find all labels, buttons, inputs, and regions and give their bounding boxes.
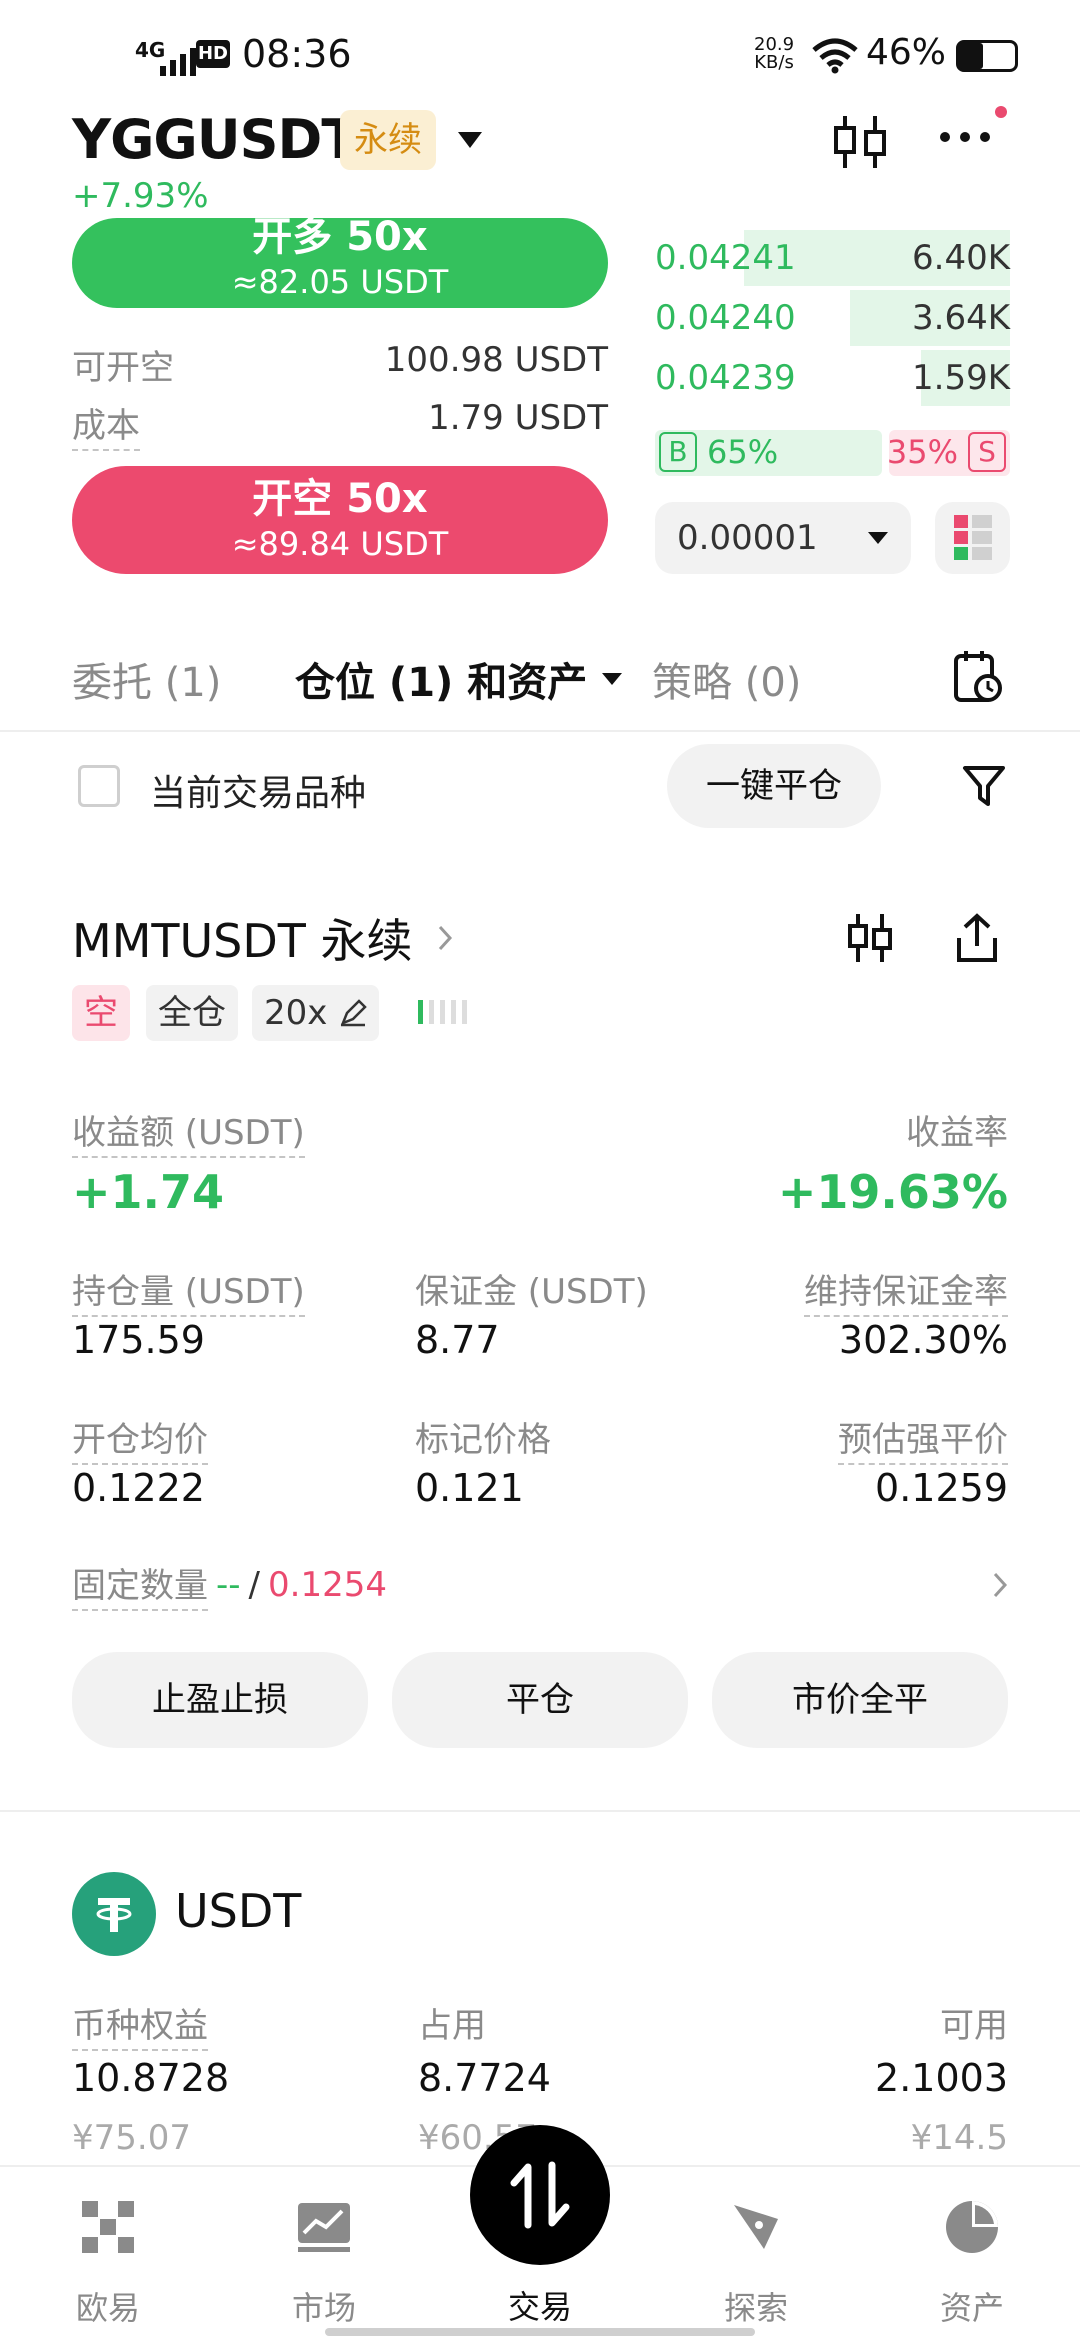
position-symbol[interactable]: MMTUSDT 永续 xyxy=(72,905,453,971)
sell-percent: 35% xyxy=(886,433,958,471)
tab-orders[interactable]: 委托 (1) xyxy=(72,650,221,708)
leverage-tag[interactable]: 20x xyxy=(252,985,380,1041)
entry-price-value: 0.1222 xyxy=(72,1466,205,1510)
wifi-icon xyxy=(812,38,858,74)
equity-value: 10.8728 xyxy=(72,2056,230,2100)
usdt-logo-icon xyxy=(72,1872,156,1956)
sell-label: S xyxy=(968,432,1006,472)
avail-label: 可用 xyxy=(940,2006,1008,2046)
pair-dropdown-icon[interactable] xyxy=(456,130,484,150)
buy-sell-ratio: B 65% 35% S xyxy=(655,428,1010,478)
adl-indicator xyxy=(418,1000,467,1024)
market-chart-icon xyxy=(298,2203,350,2252)
size-label: 持仓量 (USDT) xyxy=(72,1264,305,1317)
chevron-right-icon xyxy=(438,925,452,951)
filter-icon[interactable] xyxy=(962,764,1006,808)
signal-icon xyxy=(160,48,196,76)
roi-label: 收益率 xyxy=(906,1113,1008,1153)
battery-text: 46% xyxy=(866,32,947,73)
fixed-qty-label: 固定数量 xyxy=(72,1558,208,1611)
share-icon[interactable] xyxy=(955,912,999,964)
orderbook-layout-button[interactable] xyxy=(935,502,1010,574)
section-divider xyxy=(0,1810,1080,1812)
battery-icon xyxy=(956,40,1018,72)
orderbook-row[interactable]: 0.04241 6.40K xyxy=(655,230,1010,286)
trade-fab-button[interactable] xyxy=(470,2125,610,2265)
buy-label: B xyxy=(659,432,697,472)
market-close-all-button[interactable]: 市价全平 xyxy=(712,1652,1008,1748)
edit-icon xyxy=(341,999,368,1027)
liq-price-value: 0.1259 xyxy=(875,1466,1008,1510)
cost-value: 1.79 USDT xyxy=(428,398,608,438)
position-chart-icon[interactable] xyxy=(846,912,894,964)
tpsl-button[interactable]: 止盈止损 xyxy=(72,1652,368,1748)
home-indicator xyxy=(325,2328,755,2336)
pnl-label: 收益额 (USDT) xyxy=(72,1105,305,1158)
close-all-button[interactable]: 一键平仓 xyxy=(667,744,881,828)
chevron-down-icon xyxy=(868,532,888,544)
net-speed: 20.9 KB/s xyxy=(754,34,795,73)
equity-cny: ¥75.07 xyxy=(72,2118,191,2158)
chevron-right-icon xyxy=(993,1572,1008,1597)
mark-price-label: 标记价格 xyxy=(415,1420,551,1460)
order-history-icon[interactable] xyxy=(952,648,1004,704)
mark-price-value: 0.121 xyxy=(415,1466,524,1510)
side-tag: 空 xyxy=(72,985,130,1041)
nav-assets[interactable]: 资产 xyxy=(902,2197,1042,2329)
avail-cny: ¥14.5 xyxy=(910,2118,1008,2158)
pair-title[interactable]: YGGUSDT xyxy=(72,108,358,171)
chevron-down-icon xyxy=(602,673,623,685)
clock: 08:36 xyxy=(242,32,352,76)
hd-icon: HD xyxy=(196,40,230,68)
mmr-label: 维持保证金率 xyxy=(804,1264,1008,1317)
avail-value: 2.1003 xyxy=(875,2056,1008,2100)
orderbook-row[interactable]: 0.04240 3.64K xyxy=(655,290,1010,346)
open-long-button[interactable]: 开多 50x ≈82.05 USDT xyxy=(72,218,608,308)
fixed-sl-value: 0.1254 xyxy=(268,1564,387,1605)
tab-positions[interactable]: 仓位 (1) 和资产 xyxy=(295,650,623,708)
close-position-button[interactable]: 平仓 xyxy=(392,1652,688,1748)
margin-value: 8.77 xyxy=(415,1318,500,1362)
candlestick-chart-icon[interactable] xyxy=(830,112,890,172)
nav-market[interactable]: 市场 xyxy=(254,2197,394,2329)
used-value: 8.7724 xyxy=(418,2056,551,2100)
fixed-tp-value: -- xyxy=(216,1564,241,1605)
used-label: 占用 xyxy=(418,2006,486,2046)
avail-short-label: 可开空 xyxy=(72,348,174,388)
entry-price-label: 开仓均价 xyxy=(72,1412,208,1465)
tabs-divider xyxy=(0,730,1080,732)
tpsl-row[interactable]: 固定数量 -- / 0.1254 xyxy=(72,1558,1008,1611)
asset-name: USDT xyxy=(175,1884,302,1938)
liq-price-label: 预估强平价 xyxy=(838,1412,1008,1465)
margin-mode-tag: 全仓 xyxy=(146,985,238,1041)
okx-logo-icon xyxy=(82,2201,134,2253)
orderbook-layout-icon xyxy=(954,515,992,560)
mmr-value: 302.30% xyxy=(838,1318,1008,1362)
cost-label: 成本 xyxy=(72,398,140,451)
assets-pie-icon xyxy=(946,2201,998,2253)
avail-short-value: 100.98 USDT xyxy=(384,340,608,380)
swap-arrows-icon xyxy=(510,2161,570,2229)
orderbook-row[interactable]: 0.04239 1.59K xyxy=(655,350,1010,406)
tab-strategy[interactable]: 策略 (0) xyxy=(652,650,801,708)
status-bar: 4G HD 08:36 20.9 KB/s 46% xyxy=(0,30,1080,90)
contract-type-badge: 永续 xyxy=(340,110,436,170)
price-change: +7.93% xyxy=(72,176,209,216)
size-value: 175.59 xyxy=(72,1318,205,1362)
more-menu-icon[interactable] xyxy=(940,132,990,142)
open-short-button[interactable]: 开空 50x ≈89.84 USDT xyxy=(72,466,608,574)
margin-label: 保证金 (USDT) xyxy=(415,1272,648,1312)
equity-label: 币种权益 xyxy=(72,1998,208,2051)
roi-value: +19.63% xyxy=(777,1165,1008,1219)
current-symbol-label: 当前交易品种 xyxy=(150,773,367,814)
precision-select[interactable]: 0.00001 xyxy=(655,502,911,574)
pnl-value: +1.74 xyxy=(72,1165,225,1219)
nav-explore[interactable]: 探索 xyxy=(686,2197,826,2329)
explore-compass-icon xyxy=(734,2205,778,2249)
buy-percent: 65% xyxy=(707,433,779,471)
nav-okx[interactable]: 欧易 xyxy=(38,2197,178,2329)
notification-dot xyxy=(995,106,1007,118)
current-symbol-checkbox[interactable] xyxy=(78,765,120,807)
nav-trade[interactable]: 交易 xyxy=(470,2282,610,2328)
